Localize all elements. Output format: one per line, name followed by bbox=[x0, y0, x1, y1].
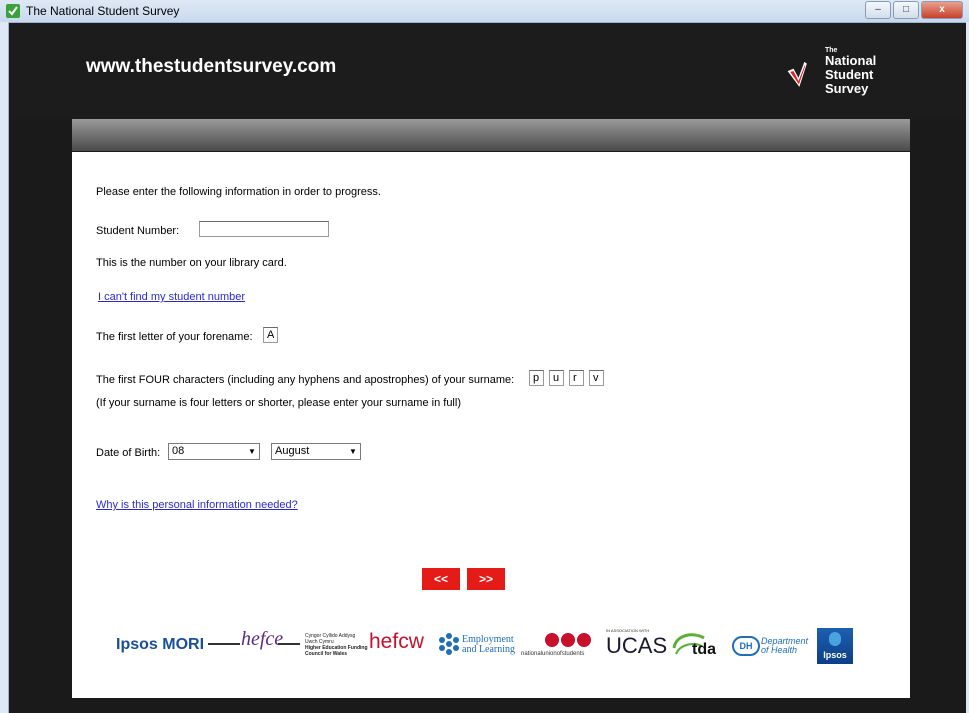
window-frame-left bbox=[0, 22, 9, 713]
back-button[interactable]: << bbox=[422, 568, 460, 590]
minimize-button[interactable]: – bbox=[865, 1, 891, 19]
cant-find-student-number-link[interactable]: I can't find my student number bbox=[98, 291, 245, 303]
nss-logo-text: The National Student Survey bbox=[825, 47, 877, 96]
hefce-line-left bbox=[208, 643, 240, 645]
surname-char-4-input[interactable] bbox=[589, 370, 604, 386]
hefce-line-right bbox=[278, 643, 300, 645]
del-dots-icon bbox=[439, 633, 459, 655]
header-band bbox=[72, 119, 910, 151]
dob-month-select[interactable]: August ▼ bbox=[271, 443, 361, 460]
dob-label: Date of Birth: bbox=[96, 447, 161, 459]
surname-note: (If your surname is four letters or shor… bbox=[96, 397, 461, 409]
window-titlebar: The National Student Survey – □ x bbox=[0, 0, 969, 23]
form-intro: Please enter the following information i… bbox=[96, 186, 381, 198]
surname-label: The first FOUR characters (including any… bbox=[96, 374, 515, 386]
forename-label: The first letter of your forename: bbox=[96, 331, 253, 343]
maximize-button[interactable]: □ bbox=[893, 1, 919, 19]
hefce-logo: hefce bbox=[241, 628, 284, 650]
del-logo: Employment and Learning bbox=[462, 634, 516, 655]
dropdown-arrow-icon: ▼ bbox=[349, 447, 357, 456]
student-number-label: Student Number: bbox=[96, 225, 180, 237]
ipsos-logo-box: Ipsos bbox=[817, 628, 853, 664]
hefcw-logo: hefcw bbox=[369, 630, 424, 653]
dob-month-value: August bbox=[275, 445, 310, 457]
tda-logo: tda bbox=[692, 641, 716, 658]
ipsos-mori-logo: Ipsos MORI bbox=[116, 636, 205, 653]
dh-logo-text: Department of Health bbox=[761, 636, 809, 655]
nus-logo-text: nationalunionofstudents bbox=[521, 651, 585, 657]
surname-char-2-input[interactable] bbox=[549, 370, 564, 386]
window-title: The National Student Survey bbox=[26, 4, 180, 18]
ipsos-logo-text: Ipsos bbox=[823, 650, 847, 660]
form-panel bbox=[72, 152, 910, 698]
site-url: www.thestudentsurvey.com bbox=[86, 56, 337, 77]
surname-char-3-input[interactable] bbox=[569, 370, 584, 386]
dh-badge-logo: DH bbox=[732, 636, 760, 656]
surname-char-1-input[interactable] bbox=[529, 370, 544, 386]
close-button[interactable]: x bbox=[921, 1, 963, 19]
checkmark-icon bbox=[6, 4, 20, 18]
dob-day-value: 08 bbox=[172, 445, 185, 457]
why-personal-info-link[interactable]: Why is this personal information needed? bbox=[96, 499, 298, 511]
student-number-help: This is the number on your library card. bbox=[96, 257, 287, 269]
student-number-input[interactable] bbox=[199, 221, 329, 237]
hefcw-text-block: Cyngor Cyllido Addysg Uwch Cymru Higher … bbox=[305, 633, 368, 657]
ucas-logo: UCAS bbox=[606, 633, 668, 658]
forename-initial-input[interactable] bbox=[263, 327, 278, 343]
next-button[interactable]: >> bbox=[467, 568, 505, 590]
ipsos-emblem-icon bbox=[829, 632, 841, 646]
nus-circles-icon bbox=[545, 633, 591, 647]
dropdown-arrow-icon: ▼ bbox=[248, 447, 256, 456]
dob-day-select[interactable]: 08 ▼ bbox=[168, 443, 260, 460]
